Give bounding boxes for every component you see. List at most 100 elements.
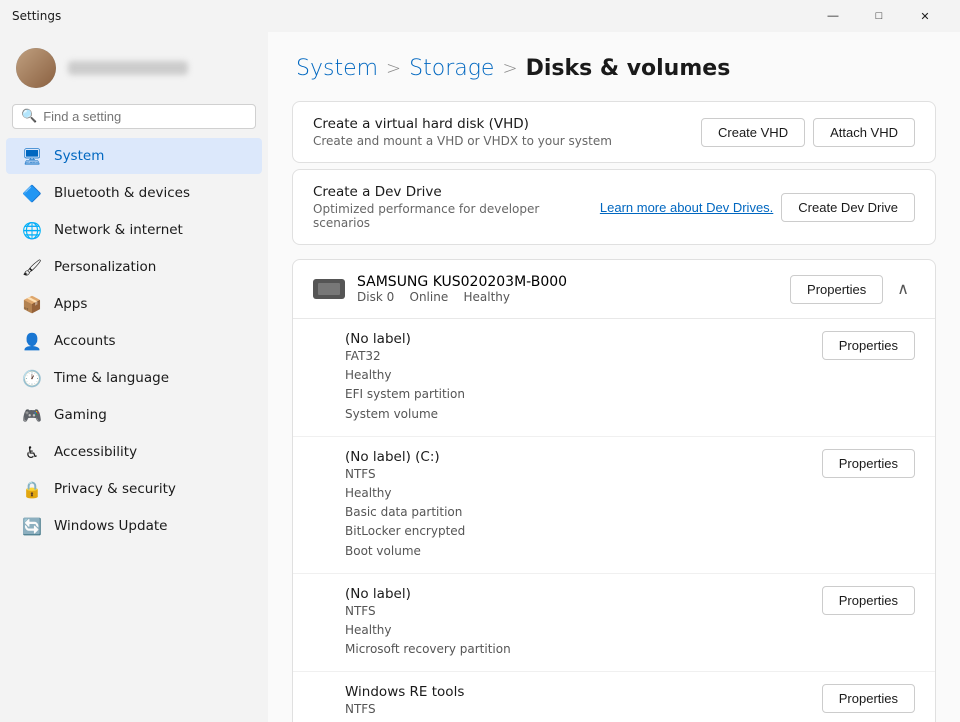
apps-icon: 📦: [22, 294, 42, 314]
sidebar-item-update[interactable]: 🔄 Windows Update: [6, 508, 262, 544]
partition-info-0: (No label) FAT32 Healthy EFI system part…: [345, 331, 810, 424]
partition-label-2: (No label): [345, 586, 810, 602]
sidebar-item-gaming[interactable]: 🎮 Gaming: [6, 397, 262, 433]
disk-header-actions: Properties ∧: [790, 275, 915, 304]
titlebar-controls: — □ ✕: [810, 0, 948, 32]
accounts-icon: 👤: [22, 331, 42, 351]
sidebar-item-bluetooth[interactable]: 🔷 Bluetooth & devices: [6, 175, 262, 211]
user-profile: [0, 32, 268, 100]
system-icon: 🖥: [22, 146, 42, 166]
accessibility-icon: ♿: [22, 442, 42, 462]
partition-row-3: Windows RE tools NTFS Healthy Properties: [293, 672, 935, 722]
breadcrumb: System > Storage > Disks & volumes: [268, 32, 960, 97]
devdrive-text: Create a Dev Drive Optimized performance…: [313, 184, 588, 230]
partition-info-3: Windows RE tools NTFS Healthy: [345, 684, 810, 722]
breadcrumb-storage[interactable]: Storage: [409, 56, 494, 81]
sidebar-item-accounts-label: Accounts: [54, 333, 116, 349]
sidebar-item-apps[interactable]: 📦 Apps: [6, 286, 262, 322]
devdrive-learn-more-link[interactable]: Learn more about Dev Drives.: [600, 200, 773, 215]
create-vhd-button[interactable]: Create VHD: [701, 118, 805, 147]
update-icon: 🔄: [22, 516, 42, 536]
avatar: [16, 48, 56, 88]
devdrive-row: Create a Dev Drive Optimized performance…: [293, 170, 935, 244]
disk-section: SAMSUNG KUS020203M-B000 Disk 0 Online He…: [292, 259, 936, 722]
close-button[interactable]: ✕: [902, 0, 948, 32]
time-icon: 🕐: [22, 368, 42, 388]
gaming-icon: 🎮: [22, 405, 42, 425]
sidebar-item-system-label: System: [54, 148, 104, 164]
sidebar-item-update-label: Windows Update: [54, 518, 167, 534]
partition-label-1: (No label) (C:): [345, 449, 810, 465]
titlebar: Settings — □ ✕: [0, 0, 960, 32]
partition-row-1: (No label) (C:) NTFS Healthy Basic data …: [293, 437, 935, 574]
partition-detail-0: FAT32 Healthy EFI system partition Syste…: [345, 347, 810, 424]
personalization-icon: 🖌: [22, 257, 42, 277]
devdrive-card: Create a Dev Drive Optimized performance…: [292, 169, 936, 245]
nav-menu: 🖥 System 🔷 Bluetooth & devices 🌐 Network…: [0, 137, 268, 545]
disk-header: SAMSUNG KUS020203M-B000 Disk 0 Online He…: [293, 260, 935, 319]
partition-detail-2: NTFS Healthy Microsoft recovery partitio…: [345, 602, 810, 660]
sidebar-item-accessibility-label: Accessibility: [54, 444, 137, 460]
disk-status: Online: [410, 290, 449, 304]
sidebar-item-system[interactable]: 🖥 System: [6, 138, 262, 174]
partition-info-2: (No label) NTFS Healthy Microsoft recove…: [345, 586, 810, 660]
partition-info-1: (No label) (C:) NTFS Healthy Basic data …: [345, 449, 810, 561]
sidebar-item-privacy[interactable]: 🔒 Privacy & security: [6, 471, 262, 507]
bluetooth-icon: 🔷: [22, 183, 42, 203]
partition-0-properties-button[interactable]: Properties: [822, 331, 915, 360]
privacy-icon: 🔒: [22, 479, 42, 499]
disk-header-info: SAMSUNG KUS020203M-B000 Disk 0 Online He…: [357, 274, 778, 304]
sidebar-item-personalization-label: Personalization: [54, 259, 156, 275]
breadcrumb-sep1: >: [386, 58, 401, 79]
minimize-button[interactable]: —: [810, 0, 856, 32]
partition-detail-3: NTFS Healthy: [345, 700, 810, 722]
sidebar-item-accounts[interactable]: 👤 Accounts: [6, 323, 262, 359]
sidebar-item-network[interactable]: 🌐 Network & internet: [6, 212, 262, 248]
disk-num: Disk 0: [357, 290, 394, 304]
disk-collapse-button[interactable]: ∧: [891, 277, 915, 301]
devdrive-title: Create a Dev Drive: [313, 184, 588, 200]
partition-label-3: Windows RE tools: [345, 684, 810, 700]
sidebar: 🔍 🖥 System 🔷 Bluetooth & devices 🌐 Netwo…: [0, 32, 268, 722]
vhd-row: Create a virtual hard disk (VHD) Create …: [293, 102, 935, 162]
sidebar-item-gaming-label: Gaming: [54, 407, 107, 423]
sidebar-item-bluetooth-label: Bluetooth & devices: [54, 185, 190, 201]
titlebar-title: Settings: [12, 9, 810, 23]
vhd-subtitle: Create and mount a VHD or VHDX to your s…: [313, 134, 689, 148]
sidebar-item-privacy-label: Privacy & security: [54, 481, 176, 497]
app-container: 🔍 🖥 System 🔷 Bluetooth & devices 🌐 Netwo…: [0, 32, 960, 722]
sidebar-item-time-label: Time & language: [54, 370, 169, 386]
create-devdrive-button[interactable]: Create Dev Drive: [781, 193, 915, 222]
vhd-actions: Create VHD Attach VHD: [701, 118, 915, 147]
partition-row-2: (No label) NTFS Healthy Microsoft recove…: [293, 574, 935, 673]
breadcrumb-current: Disks & volumes: [526, 56, 731, 81]
network-icon: 🌐: [22, 220, 42, 240]
user-name-label: [68, 61, 188, 75]
disk-properties-button[interactable]: Properties: [790, 275, 883, 304]
search-icon: 🔍: [21, 109, 37, 124]
breadcrumb-system[interactable]: System: [296, 56, 378, 81]
vhd-text: Create a virtual hard disk (VHD) Create …: [313, 116, 689, 148]
attach-vhd-button[interactable]: Attach VHD: [813, 118, 915, 147]
partition-row: (No label) FAT32 Healthy EFI system part…: [293, 319, 935, 437]
sidebar-item-accessibility[interactable]: ♿ Accessibility: [6, 434, 262, 470]
sidebar-item-apps-label: Apps: [54, 296, 87, 312]
maximize-button[interactable]: □: [856, 0, 902, 32]
sidebar-item-personalization[interactable]: 🖌 Personalization: [6, 249, 262, 285]
vhd-title: Create a virtual hard disk (VHD): [313, 116, 689, 132]
vhd-card: Create a virtual hard disk (VHD) Create …: [292, 101, 936, 163]
search-input[interactable]: [43, 109, 247, 124]
main-content: System > Storage > Disks & volumes Creat…: [268, 32, 960, 722]
disk-name: SAMSUNG KUS020203M-B000: [357, 274, 778, 290]
partition-3-properties-button[interactable]: Properties: [822, 684, 915, 713]
search-box[interactable]: 🔍: [12, 104, 256, 129]
disk-health: Healthy: [463, 290, 510, 304]
sidebar-item-network-label: Network & internet: [54, 222, 183, 238]
partition-label-0: (No label): [345, 331, 810, 347]
avatar-image: [16, 48, 56, 88]
devdrive-subtitle: Optimized performance for developer scen…: [313, 202, 588, 230]
partition-2-properties-button[interactable]: Properties: [822, 586, 915, 615]
partition-detail-1: NTFS Healthy Basic data partition BitLoc…: [345, 465, 810, 561]
sidebar-item-time[interactable]: 🕐 Time & language: [6, 360, 262, 396]
partition-1-properties-button[interactable]: Properties: [822, 449, 915, 478]
